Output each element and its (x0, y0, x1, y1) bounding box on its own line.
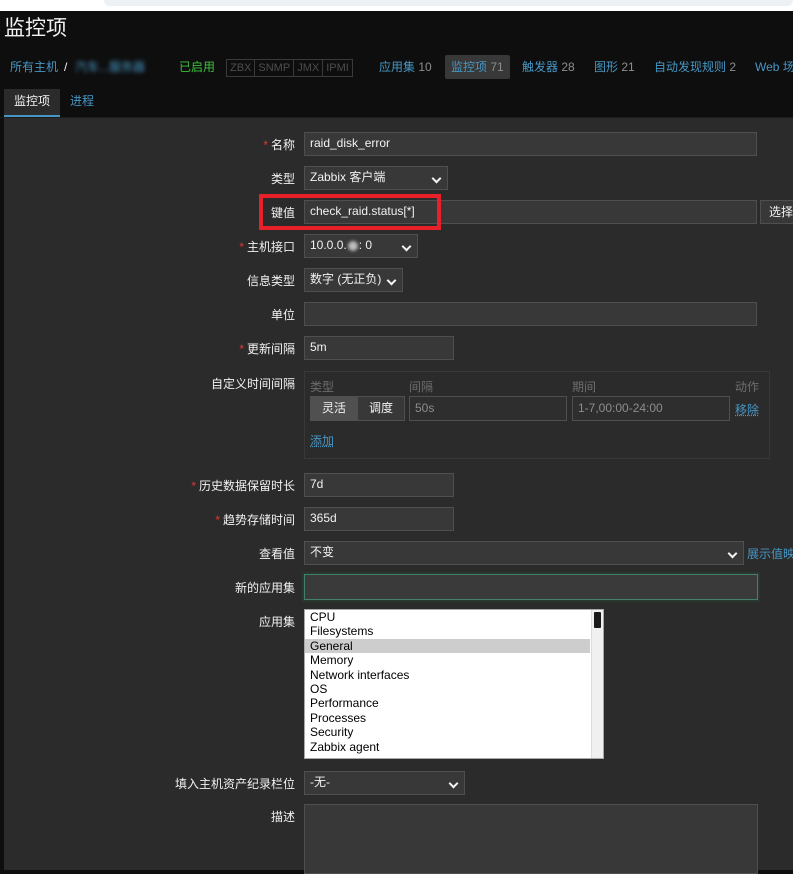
ci-header-action: 动作 (735, 380, 760, 394)
new-application-label: 新的应用集 (234, 581, 295, 595)
update-interval-label: * 更新间隔 (239, 342, 295, 356)
annotation-highlight-box (259, 194, 441, 230)
key-select-button[interactable]: 选择 (760, 200, 793, 224)
listbox-scroll-thumb[interactable] (594, 612, 601, 628)
breadcrumb-host-name[interactable]: 汽车...服务器 (75, 55, 145, 79)
ci-remove-link[interactable]: 移除 (735, 401, 759, 418)
type-label: 类型 (270, 172, 295, 186)
browser-top-strip (0, 0, 793, 11)
title-bar (0, 11, 793, 47)
availability-badges: ZBX SNMP JMX IPMI (226, 59, 353, 77)
nav-graphs[interactable]: 图形 21 (594, 55, 635, 79)
breadcrumb-separator: / (64, 60, 68, 74)
interface-label: * 主机接口 (239, 240, 295, 254)
interface-select[interactable]: 10.0.0.: 0 (304, 234, 418, 258)
list-item[interactable]: Network interfaces (305, 668, 590, 682)
list-item[interactable]: Memory (305, 653, 590, 667)
history-label: * 历史数据保留时长 (191, 479, 295, 493)
nav-discovery-rules[interactable]: 自动发现规则 2 (654, 55, 736, 79)
breadcrumb-all-hosts[interactable]: 所有主机 (10, 55, 58, 79)
description-label: 描述 (270, 810, 295, 824)
breadcrumb: 所有主机 / 汽车...服务器 已启用 ZBX SNMP JMX IPMI 应用集 1… (0, 55, 793, 81)
info-type-label: 信息类型 (246, 274, 295, 288)
units-input[interactable] (304, 302, 757, 326)
nav-items[interactable]: 监控项 71 (445, 55, 510, 79)
host-status-enabled[interactable]: 已启用 (179, 55, 215, 79)
inventory-label: 填入主机资产纪录栏位 (174, 777, 295, 791)
type-select[interactable]: Zabbix 客户端 (304, 166, 448, 190)
ci-header-type: 类型 (310, 380, 335, 394)
ci-header-period: 期间 (572, 380, 597, 394)
badge-jmx: JMX (294, 60, 324, 76)
list-item-selected[interactable]: General (305, 638, 590, 654)
trends-input[interactable]: 365d (304, 507, 454, 531)
list-item[interactable]: Processes (305, 711, 590, 725)
list-item[interactable]: Filesystems (305, 624, 590, 638)
ci-header-interval: 间隔 (409, 380, 434, 394)
badge-snmp: SNMP (255, 60, 295, 76)
page-title: 监控项 (4, 17, 67, 40)
scheduling-toggle[interactable]: 调度 (357, 396, 405, 421)
name-label: * 名称 (263, 138, 295, 152)
description-textarea[interactable] (304, 804, 758, 874)
list-item[interactable]: Zabbix agent (305, 740, 590, 754)
info-type-select[interactable]: 数字 (无正负) (304, 268, 403, 292)
nav-web-scenarios[interactable]: Web 场 (755, 55, 793, 79)
new-application-input[interactable] (304, 574, 758, 600)
inventory-select[interactable]: -无- (304, 771, 465, 795)
nav-triggers[interactable]: 触发器 28 (522, 55, 575, 79)
show-value-mappings-link[interactable]: 展示值映 (747, 545, 793, 562)
list-item[interactable]: Security (305, 725, 590, 739)
flexible-toggle[interactable]: 灵活 (310, 396, 358, 421)
ci-interval-input[interactable]: 50s (409, 396, 567, 421)
trends-label: * 趋势存储时间 (215, 513, 295, 527)
listbox-scrollbar[interactable] (591, 610, 603, 758)
tab-preprocessing[interactable]: 进程 (70, 89, 94, 115)
tab-item[interactable]: 监控项 (4, 89, 60, 117)
list-item[interactable]: OS (305, 682, 590, 696)
form-tabs: 监控项 进程 (0, 89, 793, 118)
list-item[interactable]: Performance (305, 696, 590, 710)
badge-zbx: ZBX (227, 60, 256, 76)
name-input[interactable]: raid_disk_error (304, 132, 757, 156)
address-bar-remnant (104, 0, 793, 6)
update-interval-input[interactable]: 5m (304, 336, 454, 360)
applications-label: 应用集 (258, 615, 295, 629)
nav-applications[interactable]: 应用集 10 (379, 55, 432, 79)
history-input[interactable]: 7d (304, 473, 454, 497)
badge-ipmi: IPMI (326, 62, 349, 74)
key-label: 键值 (270, 206, 295, 220)
ci-period-input[interactable]: 1-7,00:00-24:00 (572, 396, 730, 421)
list-item[interactable]: CPU (305, 610, 590, 624)
redacted-octet (347, 240, 358, 251)
show-value-select[interactable]: 不变 (304, 541, 744, 565)
ci-add-link[interactable]: 添加 (310, 432, 334, 449)
custom-intervals-label: 自定义时间间隔 (210, 377, 295, 391)
units-label: 单位 (270, 308, 295, 322)
applications-listbox[interactable]: CPU Filesystems General Memory Network i… (304, 609, 604, 759)
show-value-label: 查看值 (258, 547, 295, 561)
